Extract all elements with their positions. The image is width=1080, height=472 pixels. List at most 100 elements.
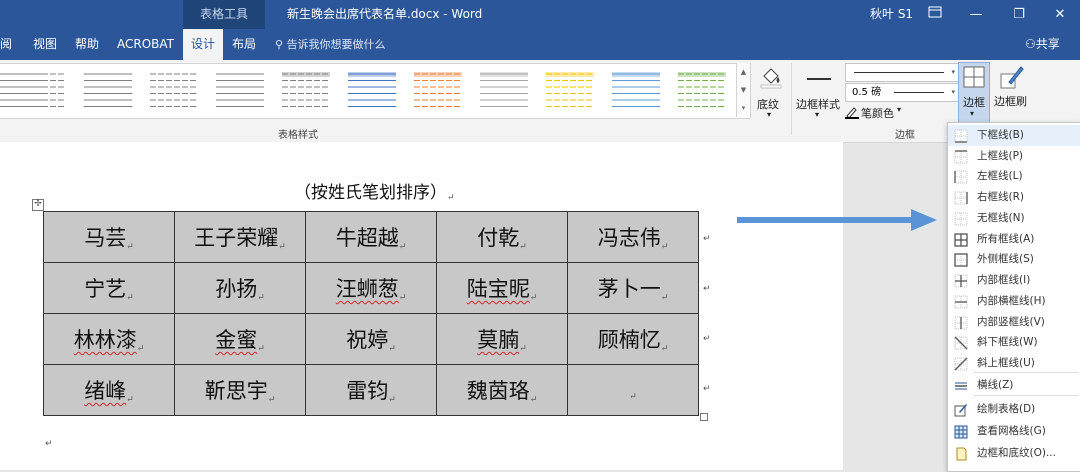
menu-item-label: 上框线(P) — [977, 150, 1024, 162]
border-painter-button[interactable]: 边框刷 — [992, 62, 1032, 124]
border-outside-icon — [954, 252, 968, 267]
tell-me-box[interactable]: ⚲ 告诉我你想要做什么 — [275, 29, 386, 60]
border-right-icon — [954, 190, 968, 205]
names-table[interactable]: 马芸↵ 王子荣耀↵ 牛超越↵ 付乾↵ 冯志伟↵ 宁艺↵ 孙扬↵ 汪蛳葱↵ 陆宝昵↵ 茅卜一↵ 林林漆… — [43, 211, 699, 416]
menu-item-border[interactable]: 斜下框线(W) — [948, 332, 1080, 353]
menu-item-border[interactable]: 边框和底纹(O)... — [948, 443, 1080, 464]
menu-item-border[interactable]: 内部框线(I) — [948, 270, 1080, 291]
menu-item-border[interactable]: 左框线(L) — [948, 166, 1080, 187]
document-page[interactable]: （按姓氏笔划排序）↵ ✢ 马芸↵ 王子荣耀↵ 牛超越↵ 付乾↵ 冯志伟↵ 宁艺↵ 孙扬↵ 汪蛳… — [0, 142, 843, 470]
restore-button[interactable]: ❐ — [999, 0, 1039, 29]
table-cell[interactable]: 莫腩↵ — [436, 313, 568, 365]
line-weight-combo[interactable]: 0.5 磅 ▾ — [845, 83, 959, 102]
table-cell[interactable]: 茅卜一↵ — [567, 262, 699, 314]
menu-item-border[interactable]: 右框线(R) — [948, 187, 1080, 208]
cell-text: 林林漆 — [73, 328, 137, 352]
table-cell[interactable]: 付乾↵ — [436, 211, 568, 263]
tab-review[interactable]: 阅 — [0, 29, 12, 60]
paragraph-mark: ↵ — [447, 193, 455, 203]
cell-end-mark: ↵ — [519, 344, 527, 354]
minimize-button[interactable]: — — [956, 0, 996, 29]
table-cell[interactable]: 魏茵珞↵ — [436, 364, 568, 416]
table-cell[interactable]: 牛超越↵ — [305, 211, 437, 263]
table-cell[interactable]: 顾楠忆↵ — [567, 313, 699, 365]
table-style-thumbnail[interactable] — [148, 70, 200, 112]
table-cell[interactable]: 汪蛳葱↵ — [305, 262, 437, 314]
menu-item-border[interactable]: 内部横框线(H) — [948, 291, 1080, 312]
table-cell[interactable]: 金蜜↵ — [174, 313, 306, 365]
gallery-scroll[interactable]: ▲ ▼ ▾ — [736, 63, 750, 117]
table-resize-handle[interactable] — [700, 413, 708, 421]
menu-item-border[interactable]: 无框线(N) — [948, 208, 1080, 229]
border-all-icon — [954, 232, 968, 247]
chevron-down-icon: ▾ — [951, 88, 955, 96]
menu-item-border[interactable]: 上框线(P) — [948, 146, 1080, 167]
line-style-combo[interactable]: ▾ — [845, 63, 959, 82]
table-row: 林林漆↵ 金蜜↵ 祝婷↵ 莫腩↵ 顾楠忆↵ — [43, 313, 699, 365]
menu-item-label: 内部框线(I) — [977, 274, 1031, 286]
draw-table-icon — [954, 402, 968, 417]
table-style-thumbnail[interactable] — [478, 70, 530, 112]
table-cell[interactable]: 林林漆↵ — [43, 313, 175, 365]
ribbon-display-icon[interactable] — [915, 0, 955, 29]
table-cell[interactable]: ↵ — [567, 364, 699, 416]
arrow-annotation — [737, 209, 937, 231]
tab-acrobat[interactable]: ACROBAT — [117, 29, 174, 60]
tab-help[interactable]: 帮助 — [75, 29, 99, 60]
table-cell[interactable]: 马芸↵ — [43, 211, 175, 263]
table-style-thumbnail[interactable] — [676, 70, 728, 112]
table-style-thumbnail[interactable] — [214, 70, 266, 112]
table-style-thumbnail[interactable] — [82, 70, 134, 112]
table-cell[interactable]: 祝婷↵ — [305, 313, 437, 365]
cell-text: 孙扬 — [215, 277, 258, 301]
tab-view[interactable]: 视图 — [33, 29, 57, 60]
cell-end-mark: ↵ — [257, 344, 265, 354]
menu-item-border[interactable]: 斜上框线(U) — [948, 353, 1080, 374]
menu-item-border[interactable]: 所有框线(A) — [948, 229, 1080, 250]
chevron-down-icon: ▾ — [951, 68, 955, 76]
menu-item-border[interactable]: 下框线(B) — [948, 125, 1080, 146]
table-style-thumbnail[interactable] — [412, 70, 464, 112]
menu-item-border[interactable]: 绘制表格(D) — [948, 399, 1080, 420]
table-row: 绪峰↵ 靳思宇↵ 雷钧↵ 魏茵珞↵ ↵ — [43, 364, 699, 416]
tab-layout[interactable]: 布局 — [232, 29, 256, 60]
table-cell[interactable]: 孙扬↵ — [174, 262, 306, 314]
tab-design[interactable]: 设计 — [183, 29, 224, 60]
table-cell[interactable]: 王子荣耀↵ — [174, 211, 306, 263]
table-style-thumbnail[interactable] — [280, 70, 332, 112]
table-cell[interactable]: 宁艺↵ — [43, 262, 175, 314]
paint-bucket-icon — [760, 68, 782, 89]
cell-text: 金蜜 — [215, 328, 258, 352]
table-style-thumbnail[interactable] — [16, 70, 68, 112]
menu-item-border[interactable]: 查看网格线(G) — [948, 421, 1080, 442]
row-end-mark: ↵ — [703, 284, 711, 294]
menu-item-label: 右框线(R) — [977, 191, 1024, 203]
table-tools-context-label: 表格工具 — [183, 0, 265, 29]
table-cell[interactable]: 靳思宇↵ — [174, 364, 306, 416]
line-weight-value: 0.5 磅 — [852, 87, 882, 98]
names-table-wrap: 马芸↵ 王子荣耀↵ 牛超越↵ 付乾↵ 冯志伟↵ 宁艺↵ 孙扬↵ 汪蛳葱↵ 陆宝昵↵ 茅卜一↵ 林林漆… — [43, 211, 699, 416]
table-cell[interactable]: 雷钧↵ — [305, 364, 437, 416]
table-move-handle-icon[interactable]: ✢ — [32, 199, 44, 211]
border-inside-icon — [954, 273, 968, 288]
menu-item-border[interactable]: 横线(Z) — [948, 375, 1080, 396]
table-style-thumbnail[interactable] — [610, 70, 662, 112]
borders-button[interactable]: 边框 ▾ — [958, 62, 990, 126]
menu-item-border[interactable]: 外侧框线(S) — [948, 249, 1080, 270]
close-button[interactable]: ✕ — [1040, 0, 1080, 29]
border-styles-button[interactable]: 边框样式 ▾ — [795, 64, 843, 124]
cell-text: 付乾 — [477, 226, 520, 250]
shading-button[interactable]: 底纹 ▾ — [755, 64, 785, 124]
cell-text: 靳思宇 — [204, 379, 268, 403]
pen-color-label: 笔颜色 — [861, 107, 894, 120]
share-button[interactable]: ⚇共享 — [1025, 29, 1060, 60]
document-heading[interactable]: （按姓氏笔划排序）↵ — [294, 178, 455, 203]
table-style-thumbnail[interactable] — [346, 70, 398, 112]
menu-item-border[interactable]: 内部竖框线(V) — [948, 312, 1080, 333]
table-cell[interactable]: 冯志伟↵ — [567, 211, 699, 263]
row-end-mark: ↵ — [703, 334, 711, 344]
table-cell[interactable]: 陆宝昵↵ — [436, 262, 568, 314]
user-name[interactable]: 秋叶 S1 — [870, 0, 913, 29]
table-style-thumbnail[interactable] — [544, 70, 596, 112]
table-cell[interactable]: 绪峰↵ — [43, 364, 175, 416]
